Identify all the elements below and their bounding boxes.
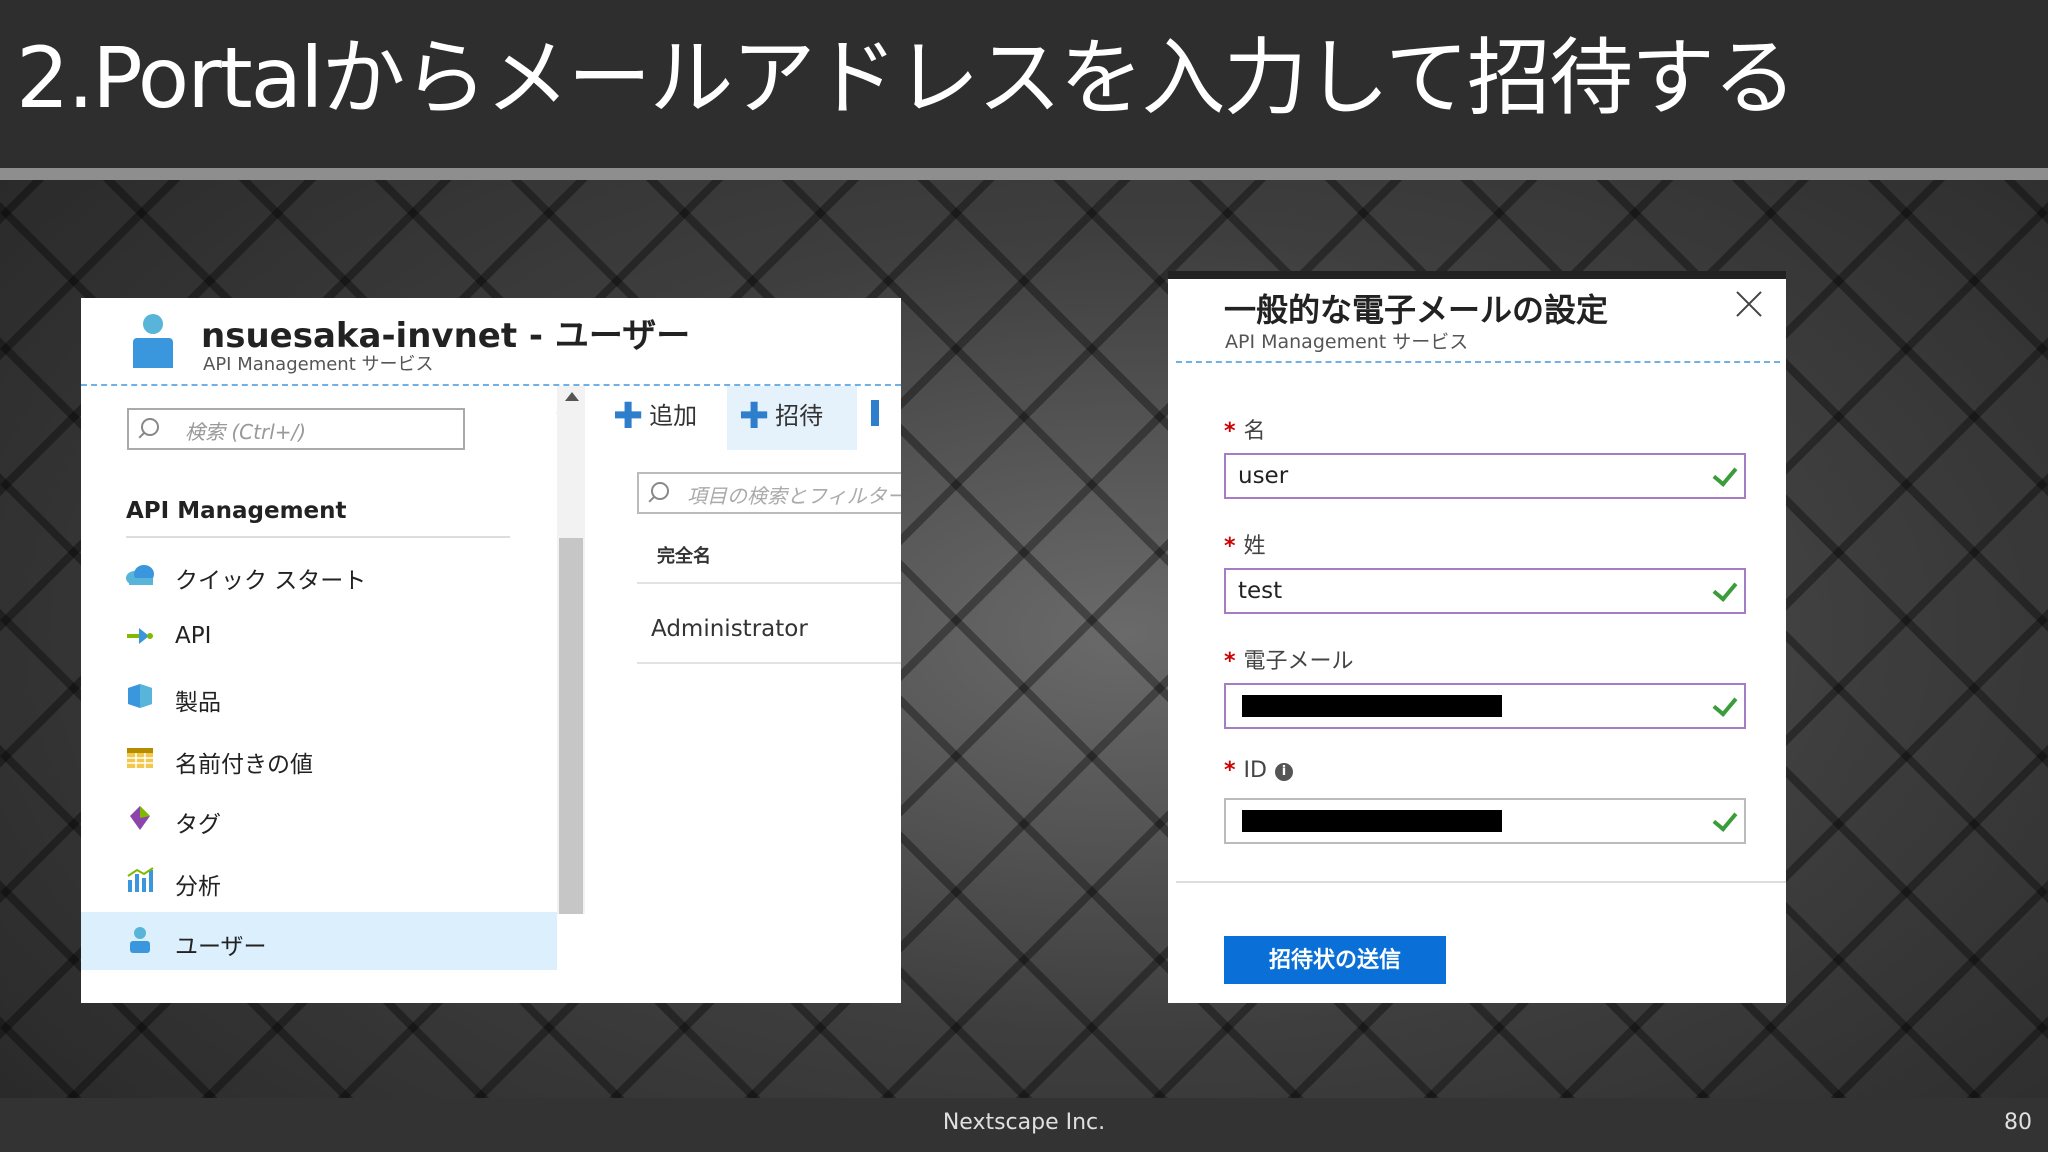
resource-menu: 検索 (Ctrl+/) « API Management クイック スタート A… [81, 386, 570, 1003]
cloud-icon [126, 565, 154, 585]
sidebar-item-named-values[interactable]: 名前付きの値 [81, 730, 557, 788]
search-icon [141, 418, 159, 436]
send-invitation-button[interactable]: 招待状の送信 [1224, 936, 1446, 984]
scroll-thumb[interactable] [559, 538, 583, 914]
scroll-up-icon[interactable] [565, 392, 579, 401]
valid-check-icon [1712, 461, 1738, 487]
first-name-field[interactable] [1224, 453, 1746, 499]
tag-icon [130, 806, 150, 830]
last-name-input[interactable] [1238, 574, 1678, 608]
dialog-top-border [1168, 271, 1786, 279]
slide-title: 2.Portalからメールアドレスを入力して招待する [16, 29, 1797, 127]
sidebar-item-api[interactable]: API [81, 608, 557, 666]
valid-check-icon [1712, 806, 1738, 832]
api-arrow-icon [127, 628, 153, 644]
sidebar-item-label: 分析 [175, 874, 221, 900]
sidebar-item-label: 製品 [175, 690, 221, 716]
email-field[interactable] [1224, 683, 1746, 729]
valid-check-icon [1712, 691, 1738, 717]
page-number: 80 [2004, 1110, 2032, 1135]
more-commands-icon[interactable] [871, 400, 879, 426]
plus-icon: ✚ [613, 396, 644, 437]
dialog-footer-divider [1176, 881, 1786, 883]
last-name-field[interactable] [1224, 568, 1746, 614]
menu-section-title: API Management [126, 498, 347, 524]
user-icon [133, 314, 173, 370]
blade-header: nsuesaka-invnet - ユーザー API Management サー… [81, 298, 901, 386]
product-box-icon [128, 684, 152, 708]
users-list-pane: ✚追加 ✚招待 項目の検索とフィルター... 完全名 Administrator [591, 386, 901, 1003]
last-name-label: * 姓 [1224, 534, 1266, 559]
filter-input[interactable]: 項目の検索とフィルター... [637, 472, 901, 514]
sidebar-item-users[interactable]: ユーザー [81, 912, 557, 970]
blade-subtitle: API Management サービス [203, 354, 434, 375]
table-row[interactable]: Administrator [651, 616, 808, 642]
row-divider [637, 582, 901, 584]
sidebar-item-products[interactable]: 製品 [81, 668, 557, 726]
sidebar-item-analytics[interactable]: 分析 [81, 852, 557, 910]
slide-footer: Nextscape Inc. 80 [0, 1098, 2048, 1152]
table-icon [127, 748, 153, 768]
add-button[interactable]: ✚ 追加 [613, 396, 697, 460]
section-divider [126, 536, 510, 538]
id-label: * ID i [1224, 758, 1293, 783]
footer-company: Nextscape Inc. [942, 1110, 1106, 1135]
invite-dialog-screenshot: 一般的な電子メールの設定 API Management サービス *名 *姓 *… [1168, 271, 1786, 1003]
invite-button[interactable]: ✚ 招待 [727, 386, 857, 450]
title-divider [0, 168, 2048, 180]
valid-check-icon [1712, 576, 1738, 602]
email-label: * 電子メール [1224, 649, 1354, 674]
sidebar-item-label: クイック スタート [175, 568, 367, 594]
users-blade-screenshot: nsuesaka-invnet - ユーザー API Management サー… [81, 298, 901, 1003]
dialog-title: 一般的な電子メールの設定 [1224, 291, 1609, 329]
row-divider [637, 662, 901, 664]
sidebar-item-label: ユーザー [175, 934, 267, 960]
first-name-label: * 名 [1224, 419, 1266, 444]
user-icon [130, 927, 150, 953]
dialog-subtitle: API Management サービス [1225, 331, 1469, 353]
analytics-icon [127, 867, 154, 892]
slide-title-bar: 2.Portalからメールアドレスを入力して招待する [0, 0, 2048, 172]
sidebar-item-quickstart[interactable]: クイック スタート [81, 546, 557, 604]
close-icon[interactable] [1734, 289, 1764, 319]
sidebar-item-tags[interactable]: タグ [81, 790, 557, 848]
info-icon[interactable]: i [1274, 763, 1293, 781]
sidebar-item-label: 名前付きの値 [175, 752, 313, 778]
first-name-input[interactable] [1238, 459, 1678, 493]
plus-icon: ✚ [739, 396, 770, 437]
dialog-header-divider [1176, 361, 1780, 363]
menu-search-input[interactable]: 検索 (Ctrl+/) [127, 408, 465, 450]
search-icon [651, 482, 669, 500]
menu-search-placeholder: 検索 (Ctrl+/) [185, 420, 307, 444]
menu-scrollbar[interactable] [557, 386, 585, 914]
column-header-fullname[interactable]: 完全名 [657, 542, 711, 568]
redacted-id [1242, 810, 1502, 832]
redacted-email [1242, 695, 1502, 717]
id-field[interactable] [1224, 798, 1746, 844]
filter-placeholder: 項目の検索とフィルター... [687, 484, 901, 508]
sidebar-item-label: API [175, 623, 212, 649]
sidebar-item-label: タグ [175, 812, 221, 838]
